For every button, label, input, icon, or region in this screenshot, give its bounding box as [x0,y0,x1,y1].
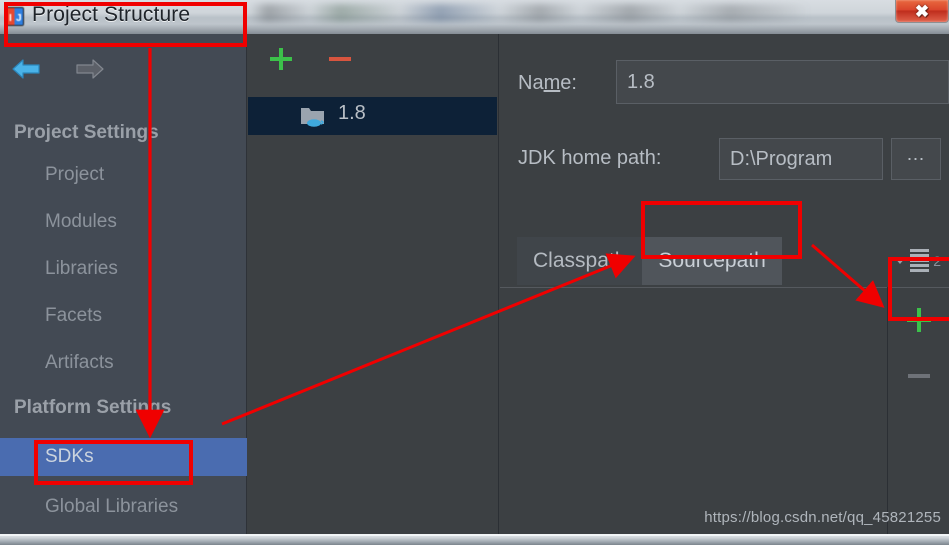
remove-path-button[interactable] [904,361,934,391]
name-input[interactable]: 1.8 [616,60,949,104]
window-titlebar: I J Project Structure ✖ [0,0,949,34]
path-entry-toolbar [887,287,949,534]
sdk-list-toolbar [248,34,499,82]
browse-jdk-home-button[interactable]: ⋯ [891,138,941,180]
remove-sdk-button[interactable] [326,45,354,73]
add-path-button[interactable] [904,305,934,335]
tab-sourcepath[interactable]: Sourcepath [642,237,782,285]
arrow-right-icon[interactable] [68,53,106,85]
sidebar-item-global-libraries[interactable]: Global Libraries [45,496,178,518]
list-lines-icon [910,249,930,272]
name-label-part1: Na [518,72,544,94]
sidebar-item-project[interactable]: Project [45,164,104,186]
settings-sidebar: Project Settings Project Modules Librari… [0,34,247,534]
sidebar-navigation [8,53,128,89]
window-close-button[interactable]: ✖ [895,0,949,23]
add-sdk-button[interactable] [267,45,295,73]
sidebar-item-modules[interactable]: Modules [45,211,117,233]
svg-text:J: J [16,13,22,24]
list-item[interactable]: 1.8 [248,97,497,135]
sidebar-item-sdks[interactable]: SDKs [45,446,94,468]
path-tabstrip: Classpath Sourcepath [517,237,782,285]
intellij-idea-icon: I J [5,7,24,26]
window-bottom-edge [0,534,949,545]
name-label-mnemonic: m [543,72,561,94]
view-mode-badge: 2 [933,252,941,269]
sidebar-item-facets[interactable]: Facets [45,305,102,327]
sidebar-item-libraries[interactable]: Libraries [45,258,118,280]
sidebar-heading-platform-settings: Platform Settings [14,397,172,418]
view-mode-toggle[interactable]: 2 [894,249,941,272]
titlebar-blurred-background [250,4,890,22]
watermark-text: https://blog.csdn.net/qq_45821255 [704,509,941,526]
name-field-label: Name: [518,72,577,95]
close-icon: ✖ [914,1,930,21]
window-title: Project Structure [32,3,191,26]
jdk-home-path-input[interactable]: D:\Program [719,138,883,180]
project-structure-dialog: I J Project Structure ✖ Project Settings… [0,0,949,545]
list-item-label: 1.8 [338,102,366,124]
name-input-value: 1.8 [627,70,655,93]
tab-classpath[interactable]: Classpath [517,237,643,285]
name-label-part2: e: [560,72,577,94]
jdk-folder-icon [300,105,326,127]
sidebar-item-artifacts[interactable]: Artifacts [45,352,114,374]
arrow-left-icon[interactable] [10,53,48,85]
sidebar-heading-project-settings: Project Settings [14,122,159,143]
jdk-home-path-value: D:\Program [730,147,833,170]
sourcepath-content-area[interactable] [500,287,949,534]
sdk-detail-panel: Name: 1.8 JDK home path: D:\Program ⋯ Cl… [500,34,949,534]
dialog-body: Project Settings Project Modules Librari… [0,34,949,534]
chevron-down-icon [894,257,907,264]
svg-text:I: I [9,13,12,24]
jdk-home-path-label: JDK home path: [518,147,662,169]
sidebar-selection-highlight [0,438,247,476]
sdk-list-panel: 1.8 [248,34,499,534]
